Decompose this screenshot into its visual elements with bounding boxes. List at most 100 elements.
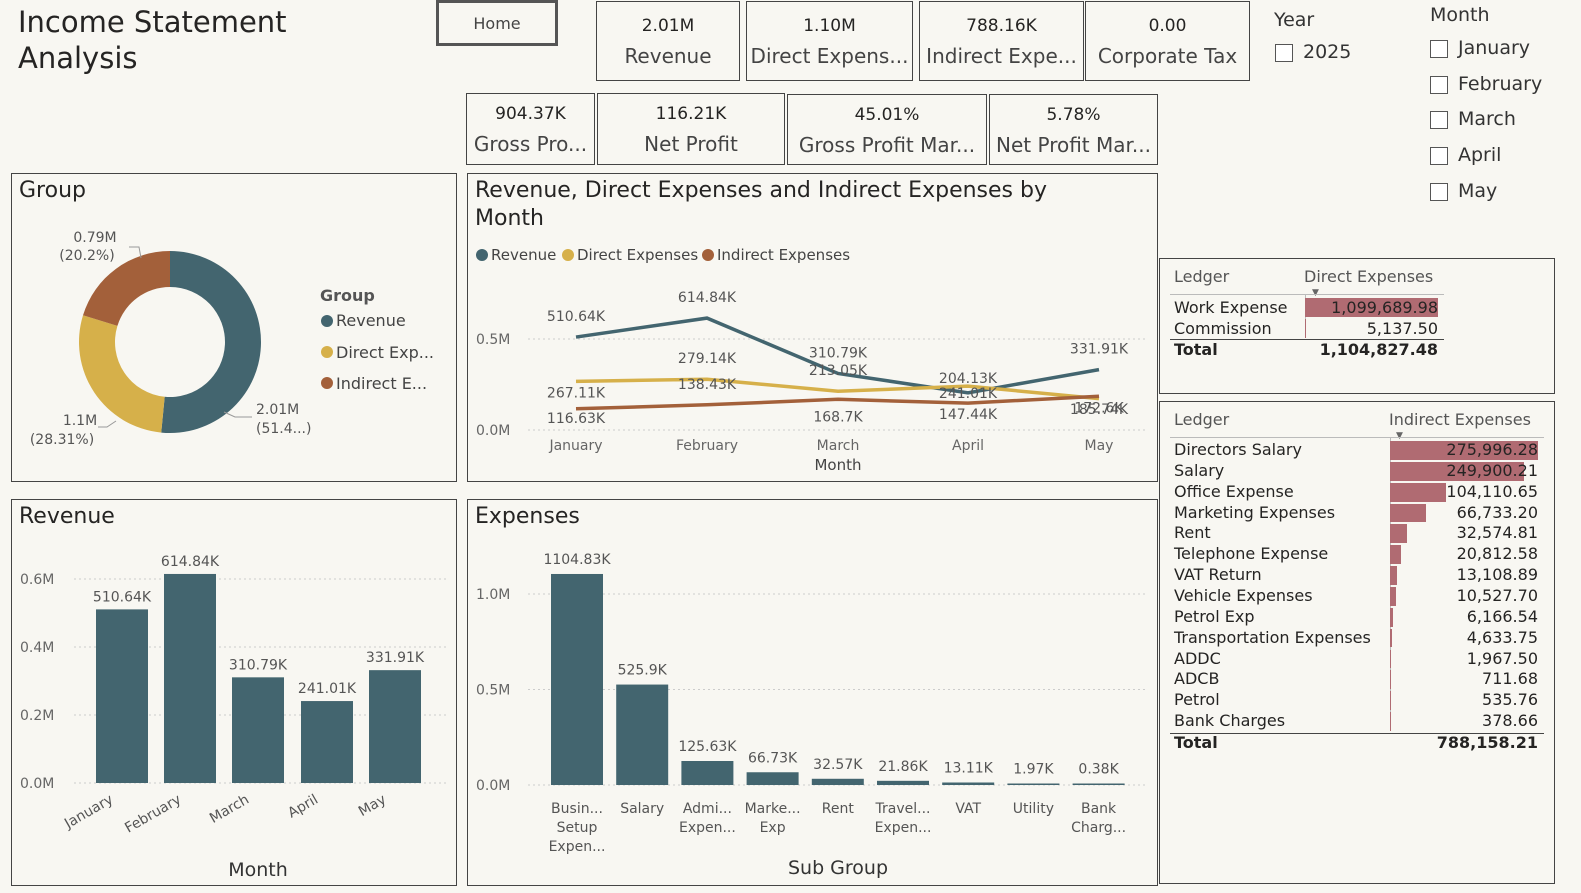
checkbox[interactable] — [1430, 39, 1448, 58]
kpi-value: 5.78% — [1046, 105, 1101, 125]
data-label: 310.79K — [809, 345, 868, 361]
value-cell: 32,574.81 — [1456, 523, 1538, 543]
table-header-ledger[interactable]: Ledger — [1174, 410, 1229, 429]
bar[interactable] — [369, 670, 421, 783]
bar[interactable] — [942, 782, 995, 785]
table-row[interactable]: Commission 5,137.50 — [1160, 318, 1550, 339]
table-row[interactable]: Rent 32,574.81 — [1160, 523, 1550, 544]
bar[interactable] — [1007, 783, 1060, 786]
bar[interactable] — [96, 609, 148, 783]
year-slicer-item-2025[interactable]: 2025 — [1275, 41, 1351, 63]
page-title-line2: Analysis — [18, 41, 138, 75]
table-row[interactable]: Work Expense 1,099,689.98 — [1160, 297, 1550, 318]
kpi-value: 0.00 — [1148, 16, 1187, 36]
y-tick: 0.5M — [476, 683, 510, 699]
table-header-ledger[interactable]: Ledger — [1174, 267, 1229, 286]
x-tick: February — [122, 792, 184, 837]
bar[interactable] — [301, 701, 353, 783]
x-tick: VAT — [955, 801, 981, 817]
x-tick: Expen... — [875, 820, 932, 836]
x-tick: Utility — [1013, 801, 1054, 817]
kpi-card-corporate-tax: 0.00 Corporate Tax — [1085, 1, 1250, 81]
x-tick: January — [548, 438, 602, 454]
kpi-card-revenue: 2.01M Revenue — [596, 1, 740, 81]
bar[interactable] — [746, 772, 799, 785]
donut-label: 0.79M — [73, 230, 116, 246]
x-tick: Busin... — [551, 801, 603, 817]
line-chart-panel: Revenue, Direct Expenses and Indirect Ex… — [467, 173, 1158, 482]
bar[interactable] — [551, 573, 603, 785]
group-donut-chart: 0.79M (20.2%) 1.1M (28.31%) 2.01M (51.4.… — [30, 230, 434, 448]
data-label: 241.01K — [298, 681, 357, 697]
table-header-indirect-expenses[interactable]: Indirect Expenses — [1389, 410, 1531, 429]
table-row[interactable]: Transportation Expenses 4,633.75 — [1160, 628, 1550, 649]
checkbox[interactable] — [1430, 182, 1448, 201]
month-slicer-item-january[interactable]: January — [1430, 37, 1530, 59]
donut-slice-1[interactable] — [161, 251, 261, 433]
legend-item: Direct Expenses — [577, 246, 698, 264]
month-slicer-title: Month — [1430, 4, 1490, 26]
x-tick: May — [356, 792, 389, 820]
table-row[interactable]: Salary 249,900.21 — [1160, 461, 1550, 482]
month-label: January — [1458, 37, 1531, 59]
table-row[interactable]: Petrol Exp 6,166.54 — [1160, 607, 1550, 628]
bar[interactable] — [877, 780, 929, 785]
table-row[interactable]: Marketing Expenses 66,733.20 — [1160, 503, 1550, 524]
month-slicer-item-may[interactable]: May — [1430, 180, 1497, 202]
data-label: 1104.83K — [543, 552, 611, 568]
kpi-card-gross-profit: 904.37K Gross Pro... — [466, 93, 595, 165]
table-row[interactable]: Bank Charges 378.66 — [1160, 711, 1550, 732]
home-button[interactable]: Home — [436, 0, 558, 46]
data-label: 116.63K — [547, 411, 606, 427]
bar[interactable] — [164, 573, 216, 783]
table-row[interactable]: Office Expense 104,110.65 — [1160, 482, 1550, 503]
kpi-label: Gross Profit Mar... — [798, 133, 976, 157]
data-label: 21.86K — [878, 759, 928, 775]
x-tick: Rent — [822, 801, 855, 817]
bar[interactable] — [1072, 783, 1125, 786]
value-cell: 104,110.65 — [1446, 481, 1538, 501]
kpi-label: Direct Expens... — [750, 44, 909, 68]
direct-expenses-table: Ledger Direct Expenses ▼ Work Expense 1,0… — [1159, 258, 1555, 394]
y-tick: 0.6M — [20, 572, 54, 588]
x-axis-title: Month — [814, 456, 861, 474]
x-tick: Admi... — [683, 801, 732, 817]
table-row[interactable]: Petrol 535.76 — [1160, 690, 1550, 711]
checkbox[interactable] — [1430, 110, 1448, 129]
table-row[interactable]: Telephone Expense 20,812.58 — [1160, 544, 1550, 565]
checkbox[interactable] — [1275, 43, 1293, 62]
bar[interactable] — [616, 684, 669, 785]
kpi-value: 116.21K — [655, 104, 727, 124]
checkbox[interactable] — [1430, 146, 1448, 165]
year-slicer-title: Year — [1274, 9, 1315, 31]
legend-item: Direct Exp... — [336, 343, 434, 362]
kpi-card-direct-expenses: 1.10M Direct Expens... — [746, 1, 913, 81]
kpi-value: 904.37K — [495, 104, 566, 124]
bar[interactable] — [232, 677, 284, 783]
legend-item: Revenue — [491, 246, 556, 264]
data-label: 525.9K — [618, 663, 668, 679]
bar[interactable] — [811, 778, 864, 785]
data-label: 32.57K — [813, 757, 863, 773]
x-tick: Travel... — [875, 801, 931, 817]
bar[interactable] — [681, 761, 734, 785]
checkbox[interactable] — [1430, 75, 1448, 94]
month-slicer-item-april[interactable]: April — [1430, 144, 1501, 166]
table-row[interactable]: Directors Salary 275,996.28 — [1160, 440, 1550, 461]
x-tick: Exp — [760, 820, 786, 836]
x-tick: January — [61, 792, 116, 833]
table-row[interactable]: ADDC 1,967.50 — [1160, 649, 1550, 670]
table-row[interactable]: ADCB 711.68 — [1160, 669, 1550, 690]
table-header-direct-expenses[interactable]: Direct Expenses — [1304, 267, 1433, 286]
series-line-3[interactable] — [575, 394, 1100, 411]
month-label: May — [1458, 180, 1498, 202]
data-label: 510.64K — [547, 309, 606, 325]
table-row[interactable]: VAT Return 13,108.89 — [1160, 565, 1550, 586]
month-slicer-item-march[interactable]: March — [1430, 108, 1516, 130]
kpi-card-indirect-expenses: 788.16K Indirect Expe... — [919, 1, 1084, 81]
month-slicer-item-february[interactable]: February — [1430, 73, 1542, 95]
total-row: Total 788,158.21 — [1160, 733, 1550, 754]
data-label: 241.01K — [939, 386, 998, 402]
data-label: 614.84K — [161, 554, 220, 570]
table-row[interactable]: Vehicle Expenses 10,527.70 — [1160, 586, 1550, 607]
